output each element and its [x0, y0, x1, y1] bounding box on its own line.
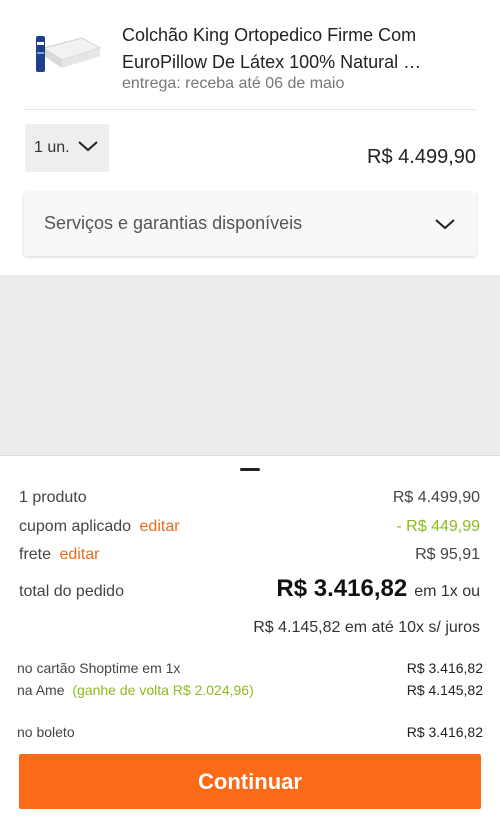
continue-button[interactable]: Continuar	[19, 754, 481, 809]
services-dropdown[interactable]: Serviços e garantias disponíveis	[24, 192, 476, 256]
drag-handle[interactable]	[240, 468, 260, 471]
coupon-row: cupom aplicado editar - R$ 449,99	[19, 518, 480, 536]
coupon-label: cupom aplicado	[19, 518, 132, 535]
coupon-value: - R$ 449,99	[396, 518, 480, 535]
total-suffix: em 1x ou	[414, 583, 480, 600]
ame-cashback: (ganhe de volta R$ 2.024,96)	[72, 682, 254, 698]
product-title[interactable]: Colchão King Ortopedico Firme Com EuroPi…	[122, 22, 472, 76]
shipping-value: R$ 95,91	[415, 546, 480, 563]
mattress-image[interactable]	[30, 28, 102, 80]
cart-item: Colchão King Ortopedico Firme Com EuroPi…	[0, 0, 500, 275]
total-value: R$ 3.416,82	[276, 575, 408, 602]
total-label: total do pedido	[19, 583, 124, 600]
card-label: no cartão Shoptime em 1x	[17, 660, 181, 676]
boleto-value: R$ 3.416,82	[406, 724, 483, 740]
delivery-estimate: entrega: receba até 06 de maio	[122, 75, 345, 92]
installment-info: R$ 4.145,82 em até 10x s/ juros	[253, 619, 480, 636]
products-label: 1 produto	[19, 489, 87, 506]
shipping-row: frete editar R$ 95,91	[19, 546, 480, 564]
shipping-edit-link[interactable]: editar	[59, 546, 99, 563]
services-label: Serviços e garantias disponíveis	[44, 213, 303, 233]
chevron-down-icon	[78, 141, 98, 152]
quantity-select[interactable]: 1 un.	[25, 124, 109, 172]
chevron-down-icon	[435, 219, 455, 230]
product-price: R$ 4.499,90	[367, 146, 476, 168]
order-summary-panel: 1 produto R$ 4.499,90 cupom aplicado edi…	[0, 455, 500, 827]
boleto-label: no boleto	[17, 724, 75, 740]
quantity-value: 1 un.	[34, 139, 70, 156]
products-value: R$ 4.499,90	[392, 489, 480, 506]
ame-label: na Ame	[17, 682, 65, 698]
card-value: R$ 3.416,82	[406, 660, 483, 676]
shipping-label: frete	[19, 546, 52, 563]
payment-card-row: no cartão Shoptime em 1x R$ 3.416,82	[17, 660, 483, 676]
ame-value: R$ 4.145,82	[406, 682, 483, 698]
total-line: R$ 3.416,82 em 1x ou	[276, 575, 480, 603]
payment-ame-row: na Ame (ganhe de volta R$ 2.024,96) R$ 4…	[17, 682, 483, 698]
payment-boleto-row: no boleto R$ 3.416,82	[17, 724, 483, 740]
divider	[24, 109, 476, 110]
products-row: 1 produto R$ 4.499,90	[19, 489, 480, 507]
coupon-edit-link[interactable]: editar	[140, 518, 180, 535]
empty-area	[0, 275, 500, 455]
